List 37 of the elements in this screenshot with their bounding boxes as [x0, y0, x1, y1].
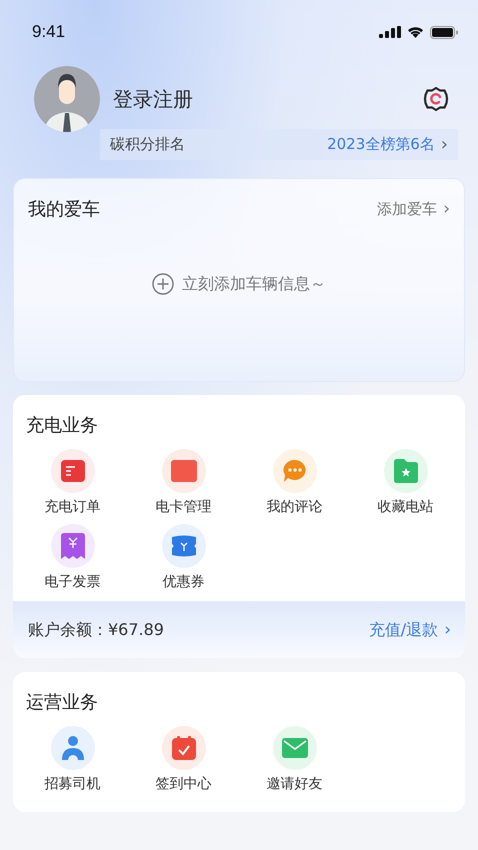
menu-item-label[interactable]: 邀请好友	[266, 775, 322, 793]
recharge-refund-link[interactable]: 充值/退款 ›	[368, 620, 451, 640]
rank-label: 碳积分排名	[110, 135, 186, 154]
menu-item-label[interactable]: 电卡管理	[156, 498, 212, 516]
menu-item-label[interactable]: 优惠券	[162, 573, 204, 591]
envelope-icon[interactable]	[282, 738, 308, 758]
document-icon[interactable]	[60, 460, 84, 482]
add-car-link[interactable]: 添加爱车 ›	[377, 199, 450, 219]
folder-star-icon[interactable]	[394, 459, 418, 483]
signal-icon	[379, 26, 401, 38]
menu-item-label[interactable]: 我的评论	[266, 498, 322, 516]
chevron-icon: ›	[440, 134, 448, 155]
add-vehicle-hint[interactable]: 立刻添加车辆信息～	[182, 274, 326, 294]
section-title: 充电业务	[25, 414, 99, 437]
account-balance: 账户余额：¥67.89	[28, 620, 164, 640]
menu-item-label[interactable]: 签到中心	[156, 775, 212, 793]
battery-icon	[430, 26, 458, 38]
menu-item-label[interactable]: 招募司机	[44, 775, 100, 793]
status-time: 9:41	[32, 22, 66, 42]
carbon-rank-bar[interactable]: 碳积分排名 2023全榜第6名 ›	[100, 129, 458, 160]
receipt-icon[interactable]	[60, 533, 84, 559]
settings-icon[interactable]	[423, 86, 449, 112]
avatar-icon[interactable]	[34, 66, 100, 132]
section-title: 我的爱车	[28, 198, 100, 221]
person-icon[interactable]	[60, 735, 86, 761]
calendar-check-icon[interactable]	[172, 736, 196, 760]
login-register-link[interactable]: 登录注册	[113, 86, 423, 112]
section-title: 运营业务	[25, 691, 99, 714]
menu-item-label[interactable]: 电子发票	[44, 573, 100, 591]
ticket-icon[interactable]	[170, 535, 198, 557]
menu-item-label[interactable]: 收藏电站	[378, 498, 434, 516]
menu-item-label[interactable]: 充电订单	[44, 498, 100, 516]
rank-value: 2023全榜第6名	[327, 135, 435, 154]
chat-bubble-icon[interactable]	[282, 459, 308, 483]
card-icon[interactable]	[170, 460, 196, 482]
wifi-icon	[407, 26, 424, 38]
plus-circle-icon[interactable]	[152, 273, 174, 295]
